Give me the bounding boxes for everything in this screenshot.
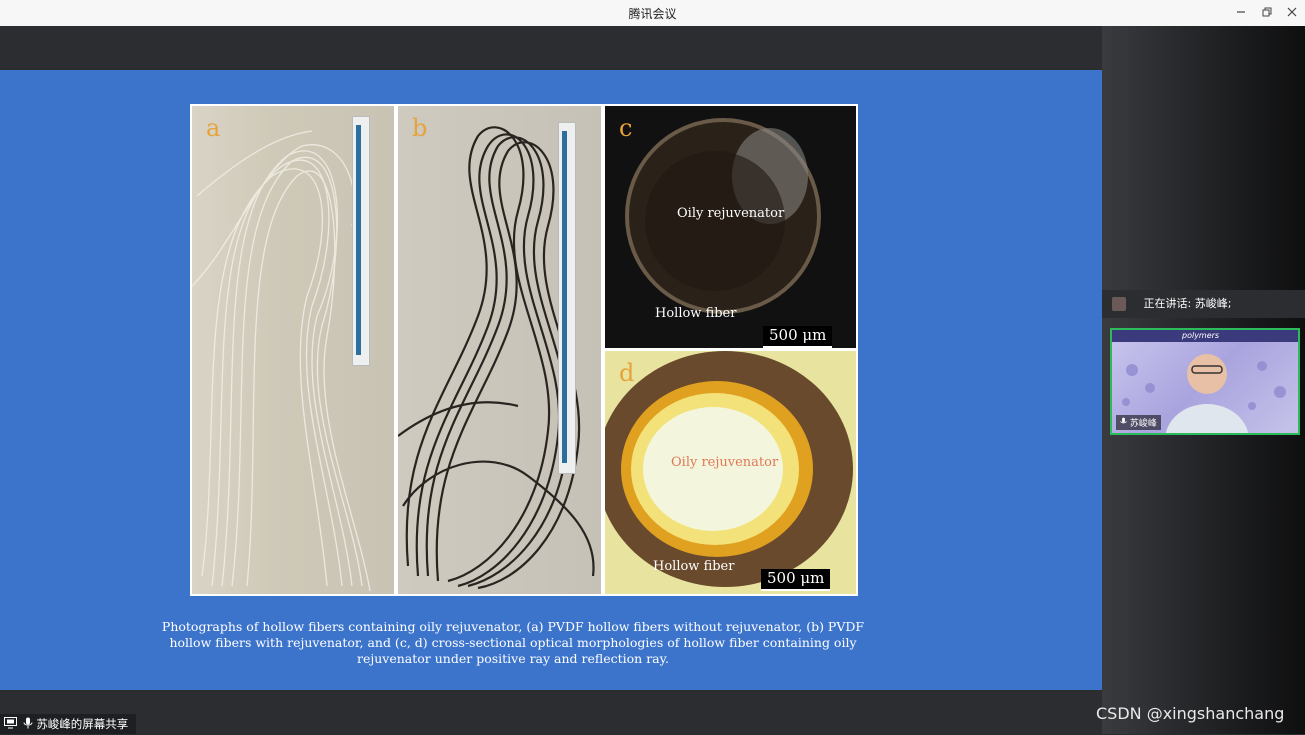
mic-icon: [1120, 417, 1130, 429]
speaker-avatar-icon: [1112, 297, 1126, 311]
participant-video-tile[interactable]: polymers 苏峻峰: [1110, 328, 1300, 435]
screen-share-indicator[interactable]: 苏峻峰的屏幕共享: [0, 714, 137, 735]
participant-name-tag: 苏峻峰: [1116, 415, 1161, 430]
outer-label-d: Hollow fiber: [653, 559, 735, 574]
panel-label-d: d: [619, 359, 635, 387]
scale-bar-d: 500 μm: [761, 569, 831, 591]
video-banner: polymers: [1182, 331, 1220, 340]
figure-panel-grid: a b c Oily rejuvenator Hollow fiber 500 …: [190, 104, 858, 596]
panel-label-c: c: [619, 114, 633, 142]
screen-share-icon: [4, 715, 17, 735]
micrograph-panel-d: d Oily rejuvenator Hollow fiber 500 μm: [605, 351, 856, 594]
panel-label-b: b: [412, 114, 428, 142]
scale-bar-c: 500 μm: [763, 326, 833, 348]
screen-share-label: 苏峻峰的屏幕共享: [36, 717, 129, 731]
inner-label-c: Oily rejuvenator: [677, 206, 785, 221]
photo-panel-a: a: [192, 106, 394, 594]
photo-panel-b: b: [398, 106, 601, 594]
title-bar: 腾讯会议: [0, 0, 1305, 27]
outer-label-c: Hollow fiber: [655, 306, 737, 321]
cross-section-d-illustration: [605, 351, 856, 594]
minimize-icon[interactable]: [1230, 2, 1252, 24]
figure-caption: Photographs of hollow fibers containing …: [161, 619, 865, 666]
panel-label-a: a: [206, 114, 221, 142]
speaking-indicator: 正在讲话: 苏峻峰;: [1102, 290, 1305, 318]
micrograph-panel-c: c Oily rejuvenator Hollow fiber 500 μm: [605, 106, 856, 348]
participant-name: 苏峻峰: [1129, 419, 1157, 429]
close-icon[interactable]: [1281, 2, 1303, 24]
csdn-watermark: CSDN @xingshanchang: [1096, 704, 1285, 723]
window-title: 腾讯会议: [628, 7, 677, 21]
inner-label-d: Oily rejuvenator: [671, 455, 779, 470]
restore-icon[interactable]: [1256, 2, 1278, 24]
speaking-label: 正在讲话: 苏峻峰;: [1143, 297, 1232, 310]
ruler-a: [352, 116, 370, 366]
ruler-b: [558, 122, 576, 474]
mic-icon: [23, 715, 33, 735]
